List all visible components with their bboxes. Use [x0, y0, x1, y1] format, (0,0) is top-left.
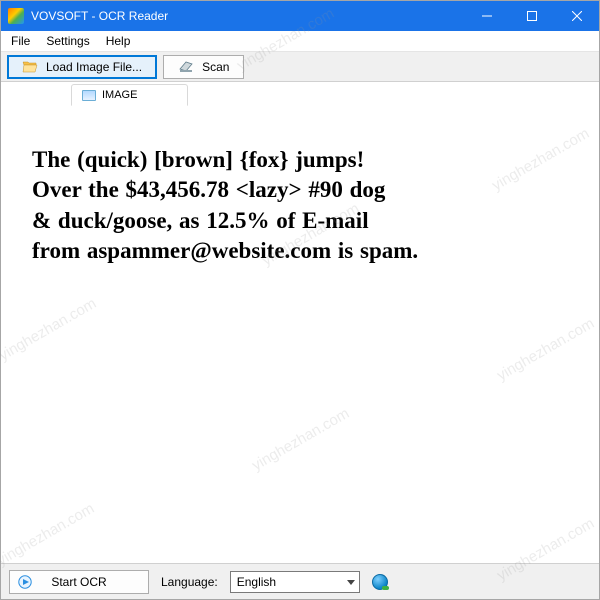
status-bar: Start OCR Language: English	[1, 563, 599, 599]
language-select[interactable]: English	[230, 571, 360, 593]
menu-bar: File Settings Help	[1, 31, 599, 52]
chevron-down-icon	[347, 578, 355, 586]
ocr-line: from aspammer@website.com is spam.	[32, 236, 568, 266]
scan-label: Scan	[202, 60, 229, 74]
minimize-icon	[482, 11, 492, 21]
play-icon	[18, 575, 32, 589]
globe-icon[interactable]	[372, 574, 388, 590]
load-image-button[interactable]: Load Image File...	[7, 55, 157, 79]
folder-open-icon	[22, 59, 38, 75]
menu-file[interactable]: File	[3, 31, 38, 51]
menu-help[interactable]: Help	[98, 31, 139, 51]
scanner-icon	[178, 59, 194, 75]
load-image-label: Load Image File...	[46, 60, 142, 74]
maximize-button[interactable]	[509, 1, 554, 31]
start-ocr-button[interactable]: Start OCR	[9, 570, 149, 594]
close-button[interactable]	[554, 1, 599, 31]
image-file-icon	[82, 90, 96, 101]
toolbar: Load Image File... Scan	[1, 52, 599, 82]
ocr-line: The (quick) [brown] {fox} jumps!	[32, 145, 568, 175]
start-ocr-label: Start OCR	[51, 575, 106, 589]
tab-image[interactable]: IMAGE	[71, 84, 188, 106]
minimize-button[interactable]	[464, 1, 509, 31]
title-bar: VOVSOFT - OCR Reader	[1, 1, 599, 31]
tab-strip: IMAGE	[1, 82, 599, 106]
ocr-line: & duck/goose, as 12.5% of E-mail	[32, 206, 568, 236]
scan-button[interactable]: Scan	[163, 55, 244, 79]
ocr-sample-text: The (quick) [brown] {fox} jumps! Over th…	[32, 145, 568, 266]
maximize-icon	[527, 11, 537, 21]
image-viewport: The (quick) [brown] {fox} jumps! Over th…	[2, 107, 598, 563]
language-label: Language:	[161, 575, 218, 589]
language-value: English	[237, 575, 276, 589]
close-icon	[572, 11, 582, 21]
menu-settings[interactable]: Settings	[38, 31, 97, 51]
tab-image-label: IMAGE	[102, 89, 137, 101]
window-title: VOVSOFT - OCR Reader	[31, 9, 168, 23]
ocr-line: Over the $43,456.78 <lazy> #90 dog	[32, 175, 568, 205]
app-icon	[8, 8, 24, 24]
